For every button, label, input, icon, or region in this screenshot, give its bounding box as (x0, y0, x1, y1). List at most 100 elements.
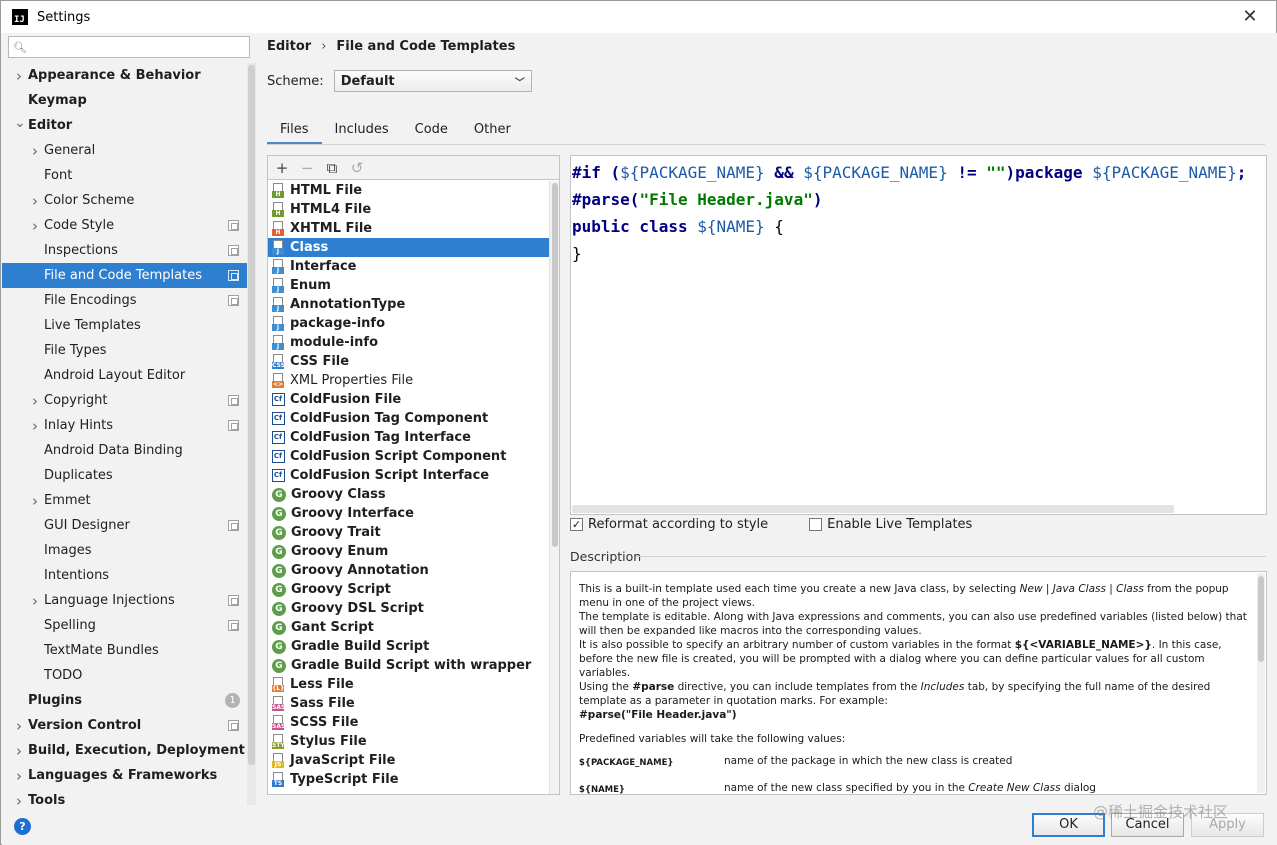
template-item[interactable]: SASS SCSS File (268, 713, 550, 732)
tab-other[interactable]: Other (461, 119, 524, 145)
editor-horizontal-scrollbar[interactable] (572, 505, 1174, 513)
template-code[interactable]: #if (${PACKAGE_NAME} && ${PACKAGE_NAME} … (572, 159, 1246, 267)
template-item[interactable]: Gradle Build Script with wrapper (268, 656, 550, 675)
sidebar-item-inspections[interactable]: Inspections (2, 238, 247, 263)
sidebar-item-languages-frameworks[interactable]: › Languages & Frameworks (2, 763, 247, 788)
reformat-option[interactable]: ✓ Reformat according to style (570, 517, 768, 532)
sidebar-item-language-injections[interactable]: › Language Injections (2, 588, 247, 613)
sidebar-item-keymap[interactable]: Keymap (2, 88, 247, 113)
help-icon[interactable]: ? (14, 818, 31, 835)
code-line[interactable]: } (572, 240, 1246, 267)
template-item[interactable]: JS JavaScript File (268, 751, 550, 770)
sidebar-item-tools[interactable]: › Tools (2, 788, 247, 806)
chevron-right-icon[interactable]: › (30, 592, 40, 610)
search-field[interactable]: 🔍︎ (8, 36, 250, 58)
sidebar-item-copyright[interactable]: › Copyright (2, 388, 247, 413)
template-item[interactable]: H HTML File (268, 181, 550, 200)
chevron-down-icon[interactable]: ⌄ (14, 115, 26, 131)
chevron-right-icon[interactable]: › (30, 492, 40, 510)
template-item[interactable]: SASS Sass File (268, 694, 550, 713)
reset-icon[interactable]: ↺ (349, 160, 365, 176)
scrollbar-thumb[interactable] (248, 65, 255, 765)
template-item[interactable]: Groovy DSL Script (268, 599, 550, 618)
sidebar-item-todo[interactable]: TODO (2, 663, 247, 688)
sidebar-item-code-style[interactable]: › Code Style (2, 213, 247, 238)
template-item[interactable]: ColdFusion Script Interface (268, 466, 550, 485)
sidebar-item-spelling[interactable]: Spelling (2, 613, 247, 638)
template-item[interactable]: Gradle Build Script (268, 637, 550, 656)
tab-includes[interactable]: Includes (322, 119, 402, 145)
template-item[interactable]: {L} Less File (268, 675, 550, 694)
template-item[interactable]: ColdFusion Tag Interface (268, 428, 550, 447)
sidebar-item-version-control[interactable]: › Version Control (2, 713, 247, 738)
sidebar-item-textmate-bundles[interactable]: TextMate Bundles (2, 638, 247, 663)
template-editor[interactable]: #if (${PACKAGE_NAME} && ${PACKAGE_NAME} … (570, 155, 1267, 515)
scrollbar-thumb[interactable] (1258, 576, 1264, 662)
live-templates-checkbox[interactable] (809, 518, 823, 531)
template-list-scrollbar[interactable] (549, 181, 559, 794)
chevron-right-icon[interactable]: › (14, 792, 24, 806)
sidebar-item-general[interactable]: › General (2, 138, 247, 163)
sidebar-item-live-templates[interactable]: Live Templates (2, 313, 247, 338)
template-item[interactable]: Jpackage-info (268, 314, 550, 333)
template-item[interactable]: Groovy Class (268, 485, 550, 504)
template-item[interactable]: ColdFusion File (268, 390, 550, 409)
template-item[interactable]: ColdFusion Tag Component (268, 409, 550, 428)
template-item[interactable]: J Class (268, 238, 550, 257)
template-item[interactable]: STYL Stylus File (268, 732, 550, 751)
template-item[interactable]: H HTML4 File (268, 200, 550, 219)
chevron-right-icon[interactable]: › (30, 417, 40, 435)
chevron-right-icon[interactable]: › (14, 767, 24, 785)
template-item[interactable]: Groovy Script (268, 580, 550, 599)
sidebar-item-android-data-binding[interactable]: Android Data Binding (2, 438, 247, 463)
chevron-right-icon[interactable]: › (14, 717, 24, 735)
template-item[interactable]: CSS CSS File (268, 352, 550, 371)
sidebar-item-android-layout-editor[interactable]: Android Layout Editor (2, 363, 247, 388)
sidebar-item-appearance-behavior[interactable]: › Appearance & Behavior (2, 63, 247, 88)
live-templates-option[interactable]: Enable Live Templates (809, 517, 972, 532)
chevron-right-icon[interactable]: › (14, 67, 24, 85)
sidebar-item-file-types[interactable]: File Types (2, 338, 247, 363)
sidebar-item-plugins[interactable]: Plugins 1 (2, 688, 247, 713)
sidebar-item-duplicates[interactable]: Duplicates (2, 463, 247, 488)
sidebar-scrollbar[interactable] (247, 63, 256, 805)
sidebar-item-gui-designer[interactable]: GUI Designer (2, 513, 247, 538)
template-item[interactable]: Groovy Enum (268, 542, 550, 561)
scheme-dropdown[interactable]: Default ﹀ (333, 70, 532, 92)
code-line[interactable]: #if (${PACKAGE_NAME} && ${PACKAGE_NAME} … (572, 159, 1246, 186)
code-line[interactable]: public class ${NAME} { (572, 213, 1246, 240)
sidebar-item-images[interactable]: Images (2, 538, 247, 563)
remove-icon[interactable]: − (299, 160, 315, 176)
description-scrollbar[interactable] (1257, 573, 1265, 793)
sidebar-item-intentions[interactable]: Intentions (2, 563, 247, 588)
template-item[interactable]: Jmodule-info (268, 333, 550, 352)
sidebar-item-color-scheme[interactable]: › Color Scheme (2, 188, 247, 213)
template-item[interactable]: <> XML Properties File (268, 371, 550, 390)
chevron-right-icon[interactable]: › (30, 142, 40, 160)
template-item[interactable]: H XHTML File (268, 219, 550, 238)
sidebar-item-file-encodings[interactable]: File Encodings (2, 288, 247, 313)
sidebar-item-inlay-hints[interactable]: › Inlay Hints (2, 413, 247, 438)
template-item[interactable]: J AnnotationType (268, 295, 550, 314)
add-icon[interactable]: + (274, 160, 290, 176)
template-item[interactable]: Gant Script (268, 618, 550, 637)
sidebar-item-font[interactable]: Font (2, 163, 247, 188)
sidebar-item-file-and-code-templates[interactable]: File and Code Templates (2, 263, 247, 288)
sidebar-item-emmet[interactable]: › Emmet (2, 488, 247, 513)
search-input[interactable] (29, 38, 249, 56)
chevron-right-icon[interactable]: › (14, 742, 24, 760)
chevron-right-icon[interactable]: › (30, 192, 40, 210)
template-item[interactable]: Groovy Annotation (268, 561, 550, 580)
scrollbar-thumb[interactable] (552, 183, 558, 547)
template-item[interactable]: Groovy Interface (268, 504, 550, 523)
chevron-right-icon[interactable]: › (30, 392, 40, 410)
template-item[interactable]: ColdFusion Script Component (268, 447, 550, 466)
chevron-right-icon[interactable]: › (30, 217, 40, 235)
sidebar-item-build-execution-deployment[interactable]: › Build, Execution, Deployment (2, 738, 247, 763)
template-item[interactable]: TS TypeScript File (268, 770, 550, 789)
close-icon[interactable]: ✕ (1240, 7, 1260, 27)
template-item[interactable]: Groovy Trait (268, 523, 550, 542)
code-line[interactable]: #parse("File Header.java") (572, 186, 1246, 213)
template-item[interactable]: J Interface (268, 257, 550, 276)
template-item[interactable]: J Enum (268, 276, 550, 295)
